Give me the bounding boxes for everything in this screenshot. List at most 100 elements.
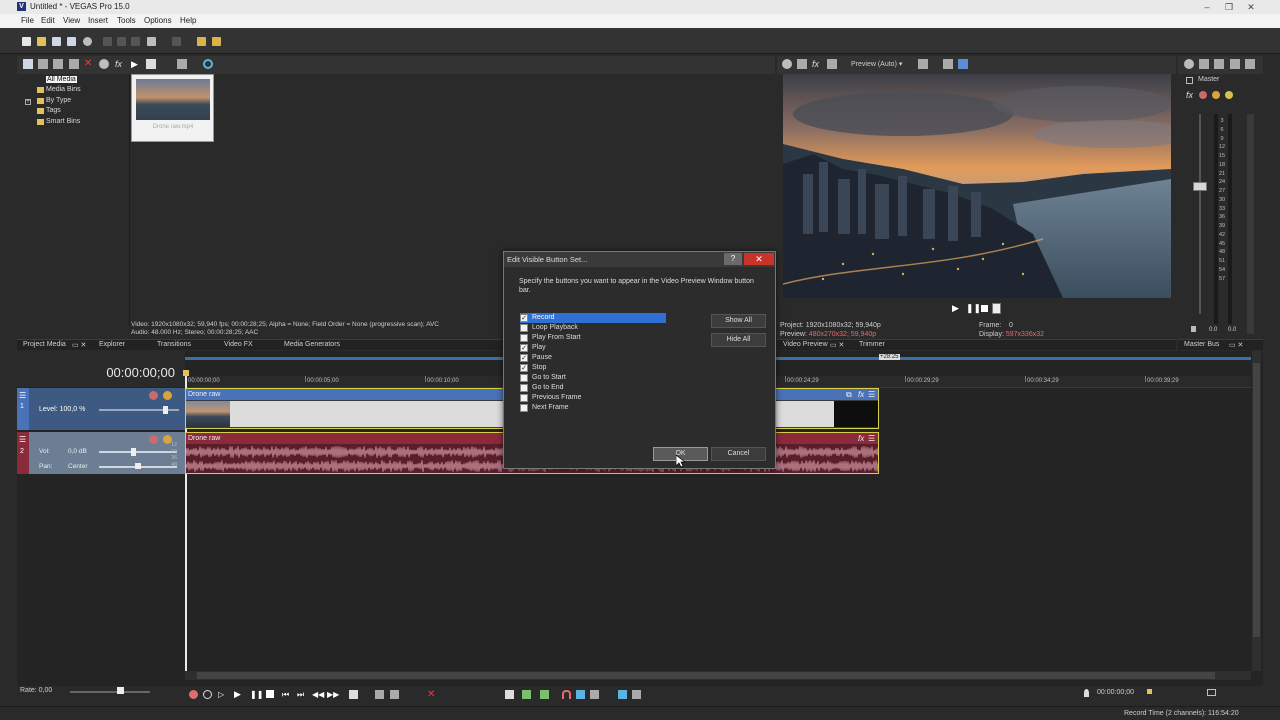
media-refresh-icon[interactable] [69,59,79,69]
tree-item-all-media[interactable]: All Media [46,76,77,83]
audio-vol-handle[interactable] [131,448,136,456]
media-thumbnail[interactable]: Drone raw.mp4 [131,74,214,142]
paste-icon[interactable] [131,37,140,46]
undo-icon[interactable] [147,37,156,46]
close-window-button[interactable]: ✕ [1240,0,1262,14]
get-media-icon[interactable] [53,59,63,69]
copy-icon[interactable] [117,37,126,46]
dialog-close-button[interactable]: ✕ [744,253,774,265]
play-icon[interactable]: ▶ [234,690,243,699]
split-icon[interactable] [618,690,627,699]
audio-track-menu-icon[interactable]: ☰ [19,435,26,444]
video-level-handle[interactable] [163,406,168,414]
checkbox-checked[interactable]: ✓ [520,364,528,372]
views-icon[interactable] [177,59,187,69]
preview-fx-icon[interactable]: fx [812,59,822,69]
copy-snapshot-icon[interactable] [943,59,953,69]
auto-ripple-icon[interactable] [576,690,585,699]
tree-item-tags[interactable]: Tags [37,107,61,114]
master-solo-icon[interactable] [1212,91,1220,99]
master-menu-icon[interactable] [1245,59,1255,69]
tab-video-preview-close-icon[interactable]: ▭ ✕ [830,341,844,349]
horizontal-scroll-thumb[interactable] [197,672,1215,679]
preview-play-icon[interactable]: ▶ [952,303,959,314]
preview-stop-icon[interactable] [981,305,988,312]
master-scrollbar[interactable] [1247,114,1254,334]
vertical-scroll-thumb[interactable] [1253,363,1260,637]
video-mute-icon[interactable] [149,391,158,400]
track-menu-icon[interactable]: ☰ [19,391,26,400]
tab-transitions[interactable]: Transitions [157,341,191,348]
normal-edit-tool-icon[interactable] [349,690,358,699]
capture-icon[interactable] [38,59,48,69]
marker-icon[interactable] [522,690,531,699]
checkbox-unchecked[interactable] [520,334,528,342]
checkbox-unchecked[interactable] [520,374,528,382]
restore-button[interactable]: ❐ [1218,0,1240,14]
audio-clip-fx-icon[interactable]: fx [858,434,864,443]
checkbox-unchecked[interactable] [520,394,528,402]
tree-item-media-bins[interactable]: Media Bins [37,86,81,93]
tree-item-by-type[interactable]: By Type [37,97,71,104]
video-clip-menu-icon[interactable]: ☰ [868,390,875,399]
audio-track-header[interactable]: ☰ 2 Vol: 0,0 dB Pan: Center [17,432,185,474]
import-media-icon[interactable] [23,59,33,69]
master-lock-icon[interactable] [1191,326,1196,332]
overlays-icon[interactable] [918,59,928,69]
playhead-marker-icon[interactable] [183,370,189,376]
show-all-button[interactable]: Show All [711,314,766,328]
checklist-item[interactable]: Loop Playback [520,323,666,333]
tab-project-media-close-icon[interactable]: ▭ ✕ [72,341,86,349]
rate-slider[interactable] [70,691,150,693]
menu-insert[interactable]: Insert [88,16,108,25]
checklist-item[interactable]: Play From Start [520,333,666,343]
dialog-help-button[interactable]: ? [724,253,742,265]
enable-snapping-icon[interactable] [197,37,206,46]
master-fx-icon[interactable]: fx [1186,90,1193,100]
timecode-display[interactable]: 00:00:00;00 [106,365,175,380]
previous-frame-icon[interactable]: ◀◀ [312,690,324,699]
preview-pause-icon[interactable]: ❚❚ [966,303,981,314]
snapping-icon[interactable] [562,690,571,699]
media-fx-icon[interactable]: fx [115,59,125,69]
lock-icon[interactable] [505,690,514,699]
tab-video-fx[interactable]: Video FX [224,341,253,348]
master-mute-icon[interactable] [1199,91,1207,99]
media-stop-icon[interactable] [146,59,156,69]
media-properties-icon[interactable] [99,59,109,69]
selection-tool-icon[interactable] [390,690,399,699]
master-automation-icon[interactable] [1225,91,1233,99]
pan-crop-icon[interactable]: ⧉ [846,390,852,400]
menu-edit[interactable]: Edit [41,16,55,25]
master-fader-handle[interactable] [1193,182,1207,191]
checklist-item[interactable]: Previous Frame [520,393,666,403]
properties-gear-icon[interactable] [83,37,92,46]
save-snapshot-icon[interactable] [958,59,968,69]
checkbox-unchecked[interactable] [520,404,528,412]
cancel-button[interactable]: Cancel [711,447,766,461]
audio-vol-slider[interactable] [99,451,177,453]
tab-explorer[interactable]: Explorer [99,341,125,348]
menu-view[interactable]: View [63,16,80,25]
checklist-item[interactable]: Go to End [520,383,666,393]
external-monitor-icon[interactable] [797,59,807,69]
tab-video-preview[interactable]: Video Preview [783,341,828,348]
checkbox-checked[interactable]: ✓ [520,314,528,322]
split-screen-icon[interactable] [827,59,837,69]
menu-help[interactable]: Help [180,16,196,25]
video-solo-icon[interactable] [163,391,172,400]
stop-icon[interactable] [266,690,274,698]
tab-master-bus-close-icon[interactable]: ▭ ✕ [1229,341,1243,349]
checklist-item[interactable]: Go to Start [520,373,666,383]
tab-media-generators[interactable]: Media Generators [284,341,340,348]
checklist-item[interactable]: ✓ Record [520,313,666,323]
menu-file[interactable]: File [21,16,34,25]
cut-icon[interactable] [103,37,112,46]
new-project-icon[interactable] [22,37,31,46]
master-options-icon[interactable] [1230,59,1240,69]
save-icon[interactable] [52,37,61,46]
pause-icon[interactable]: ❚❚ [250,690,263,699]
next-frame-icon[interactable]: ▶▶ [327,690,339,699]
save-as-icon[interactable] [67,37,76,46]
redo-icon[interactable] [172,37,181,46]
